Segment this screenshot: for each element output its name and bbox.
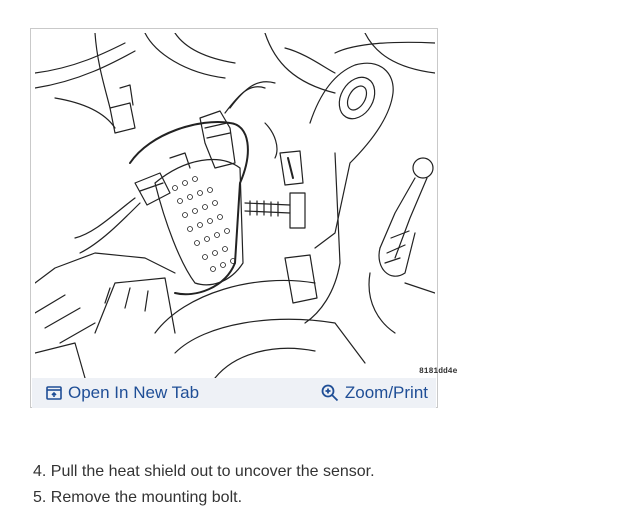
figure-action-bar: Open In New Tab Zoom/Print bbox=[32, 378, 436, 408]
figure-code-label: 8181dd4e bbox=[419, 367, 458, 376]
figure-card: 8181dd4e Open In New Tab Zoom/Print bbox=[30, 28, 457, 408]
engine-diagram-image[interactable] bbox=[35, 33, 435, 378]
instruction-step: 4. Pull the heat shield out to uncover t… bbox=[33, 463, 375, 480]
zoom-print-link[interactable]: Zoom/Print bbox=[321, 378, 428, 408]
zoom-print-label: Zoom/Print bbox=[344, 383, 428, 402]
zoom-in-icon bbox=[321, 384, 339, 402]
instruction-steps: 4. Pull the heat shield out to uncover t… bbox=[33, 459, 375, 511]
instruction-step: 5. Remove the mounting bolt. bbox=[33, 489, 243, 506]
open-in-new-tab-link[interactable]: Open In New Tab bbox=[46, 378, 199, 408]
open-in-new-tab-label: Open In New Tab bbox=[68, 383, 200, 402]
open-new-tab-icon bbox=[46, 386, 62, 400]
